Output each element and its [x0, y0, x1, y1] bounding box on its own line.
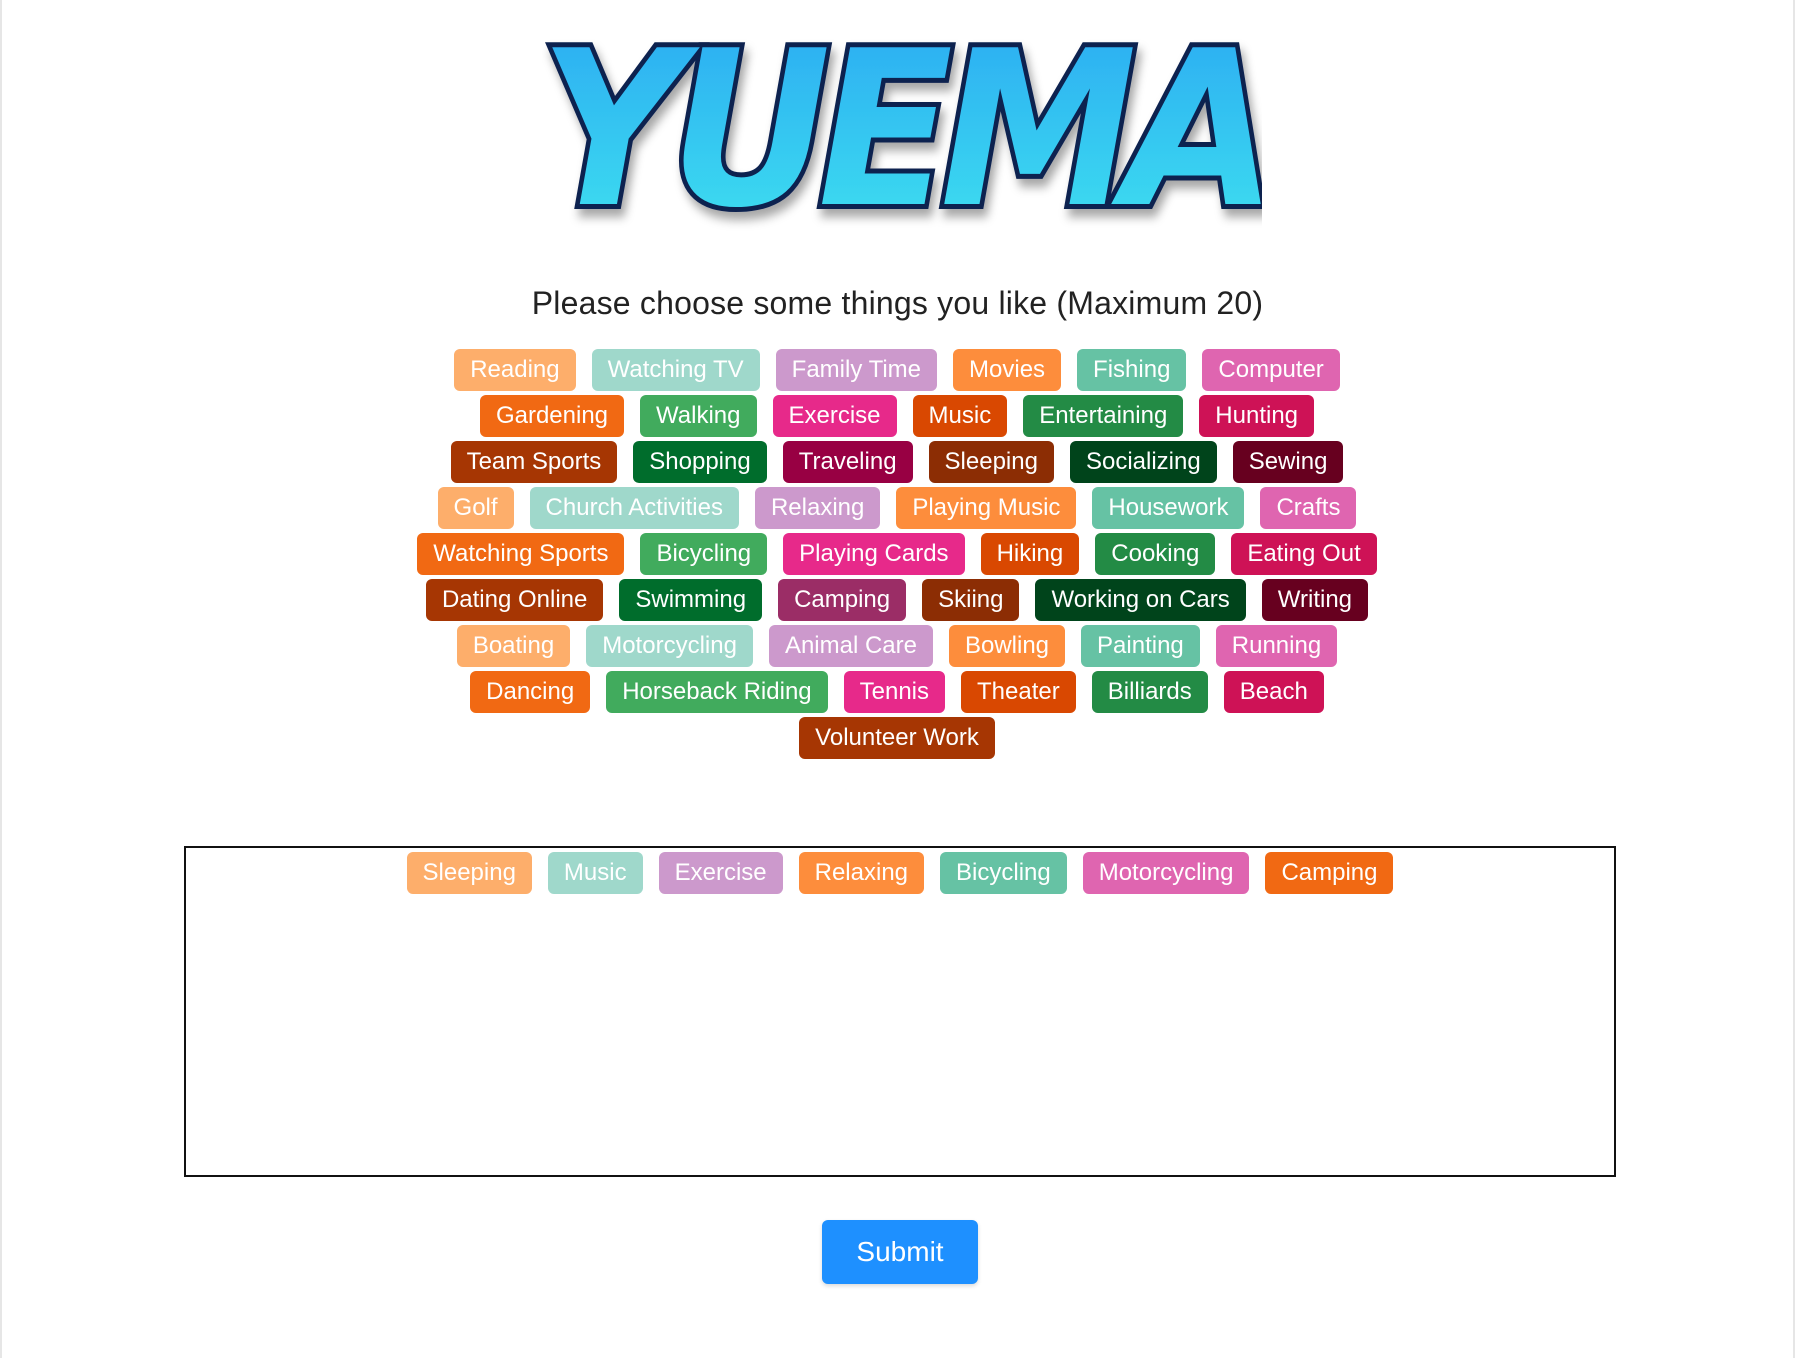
interest-tag-shopping[interactable]: Shopping — [633, 441, 767, 483]
interest-tag-music[interactable]: Music — [912, 395, 1008, 437]
interest-tag-bicycling[interactable]: Bicycling — [640, 533, 768, 575]
interest-tag-camping[interactable]: Camping — [778, 579, 907, 621]
interest-tag-theater[interactable]: Theater — [961, 671, 1076, 713]
interest-tag-running[interactable]: Running — [1215, 625, 1338, 667]
interest-tag-volunteer-work[interactable]: Volunteer Work — [799, 717, 995, 759]
interest-tag-socializing[interactable]: Socializing — [1069, 441, 1217, 483]
interest-tag-reading[interactable]: Reading — [454, 349, 576, 391]
interest-tag-painting[interactable]: Painting — [1081, 625, 1200, 667]
interest-tag-writing[interactable]: Writing — [1261, 579, 1369, 621]
interest-tag-billiards[interactable]: Billiards — [1091, 671, 1208, 713]
selected-tag-bicycling[interactable]: Bicycling — [940, 852, 1067, 894]
interest-tag-sleeping[interactable]: Sleeping — [928, 441, 1054, 483]
interest-tag-computer[interactable]: Computer — [1202, 349, 1340, 391]
interest-tag-relaxing[interactable]: Relaxing — [754, 487, 881, 529]
interest-tag-tennis[interactable]: Tennis — [843, 671, 946, 713]
interest-tag-fishing[interactable]: Fishing — [1077, 349, 1187, 391]
selected-tag-camping[interactable]: Camping — [1265, 852, 1394, 894]
interest-tag-entertaining[interactable]: Entertaining — [1023, 395, 1184, 437]
interest-tag-motorcycling[interactable]: Motorcycling — [586, 625, 753, 667]
interest-tag-sewing[interactable]: Sewing — [1232, 441, 1344, 483]
interest-tag-movies[interactable]: Movies — [953, 349, 1062, 391]
interest-tag-watching-tv[interactable]: Watching TV — [591, 349, 760, 391]
interest-tag-gardening[interactable]: Gardening — [479, 395, 625, 437]
interest-tag-cooking[interactable]: Cooking — [1095, 533, 1216, 575]
logo-wordmark: YUEMA — [542, 14, 1262, 244]
selected-interests-list: Sleeping Music Exercise Relaxing Bicycling Mo… — [186, 852, 1614, 894]
page: YUEMA Please choose some things you like… — [0, 0, 1795, 1358]
selected-tag-exercise[interactable]: Exercise — [658, 852, 783, 894]
interest-tag-playing-cards[interactable]: Playing Cards — [783, 533, 965, 575]
yuema-logo: YUEMA — [542, 14, 1262, 244]
interest-tag-dancing[interactable]: Dancing — [470, 671, 591, 713]
interest-tag-swimming[interactable]: Swimming — [619, 579, 763, 621]
interest-tag-cloud: Reading Watching TV Family Time Movies Fishi… — [407, 349, 1387, 759]
interest-tag-eating-out[interactable]: Eating Out — [1231, 533, 1377, 575]
interest-tag-housework[interactable]: Housework — [1092, 487, 1245, 529]
interest-tag-team-sports[interactable]: Team Sports — [450, 441, 618, 483]
interest-tag-playing-music[interactable]: Playing Music — [896, 487, 1077, 529]
selected-tag-relaxing[interactable]: Relaxing — [798, 852, 925, 894]
interest-tag-family-time[interactable]: Family Time — [775, 349, 938, 391]
selected-tag-music[interactable]: Music — [547, 852, 643, 894]
selected-tag-sleeping[interactable]: Sleeping — [406, 852, 532, 894]
instruction-heading: Please choose some things you like (Maxi… — [531, 285, 1264, 321]
submit-button[interactable]: Submit — [822, 1220, 978, 1284]
interest-tag-horseback-riding[interactable]: Horseback Riding — [606, 671, 828, 713]
interest-tag-crafts[interactable]: Crafts — [1260, 487, 1357, 529]
interest-tag-animal-care[interactable]: Animal Care — [768, 625, 933, 667]
interest-tag-boating[interactable]: Boating — [456, 625, 571, 667]
interest-tag-church-activities[interactable]: Church Activities — [529, 487, 739, 529]
interest-tag-hunting[interactable]: Hunting — [1199, 395, 1315, 437]
interest-tag-skiing[interactable]: Skiing — [922, 579, 1020, 621]
interest-tag-bowling[interactable]: Bowling — [948, 625, 1066, 667]
interest-tag-dating-online[interactable]: Dating Online — [425, 579, 604, 621]
interest-tag-walking[interactable]: Walking — [640, 395, 757, 437]
interest-tag-traveling[interactable]: Traveling — [782, 441, 913, 483]
interest-tag-watching-sports[interactable]: Watching Sports — [417, 533, 625, 575]
interest-tag-exercise[interactable]: Exercise — [772, 395, 897, 437]
selected-tag-motorcycling[interactable]: Motorcycling — [1082, 852, 1250, 894]
interest-tag-beach[interactable]: Beach — [1223, 671, 1324, 713]
interest-tag-golf[interactable]: Golf — [437, 487, 514, 529]
interest-tag-working-on-cars[interactable]: Working on Cars — [1035, 579, 1246, 621]
selected-interests-box[interactable]: Sleeping Music Exercise Relaxing Bicycling Mo… — [184, 846, 1616, 1177]
interest-tag-hiking[interactable]: Hiking — [980, 533, 1080, 575]
